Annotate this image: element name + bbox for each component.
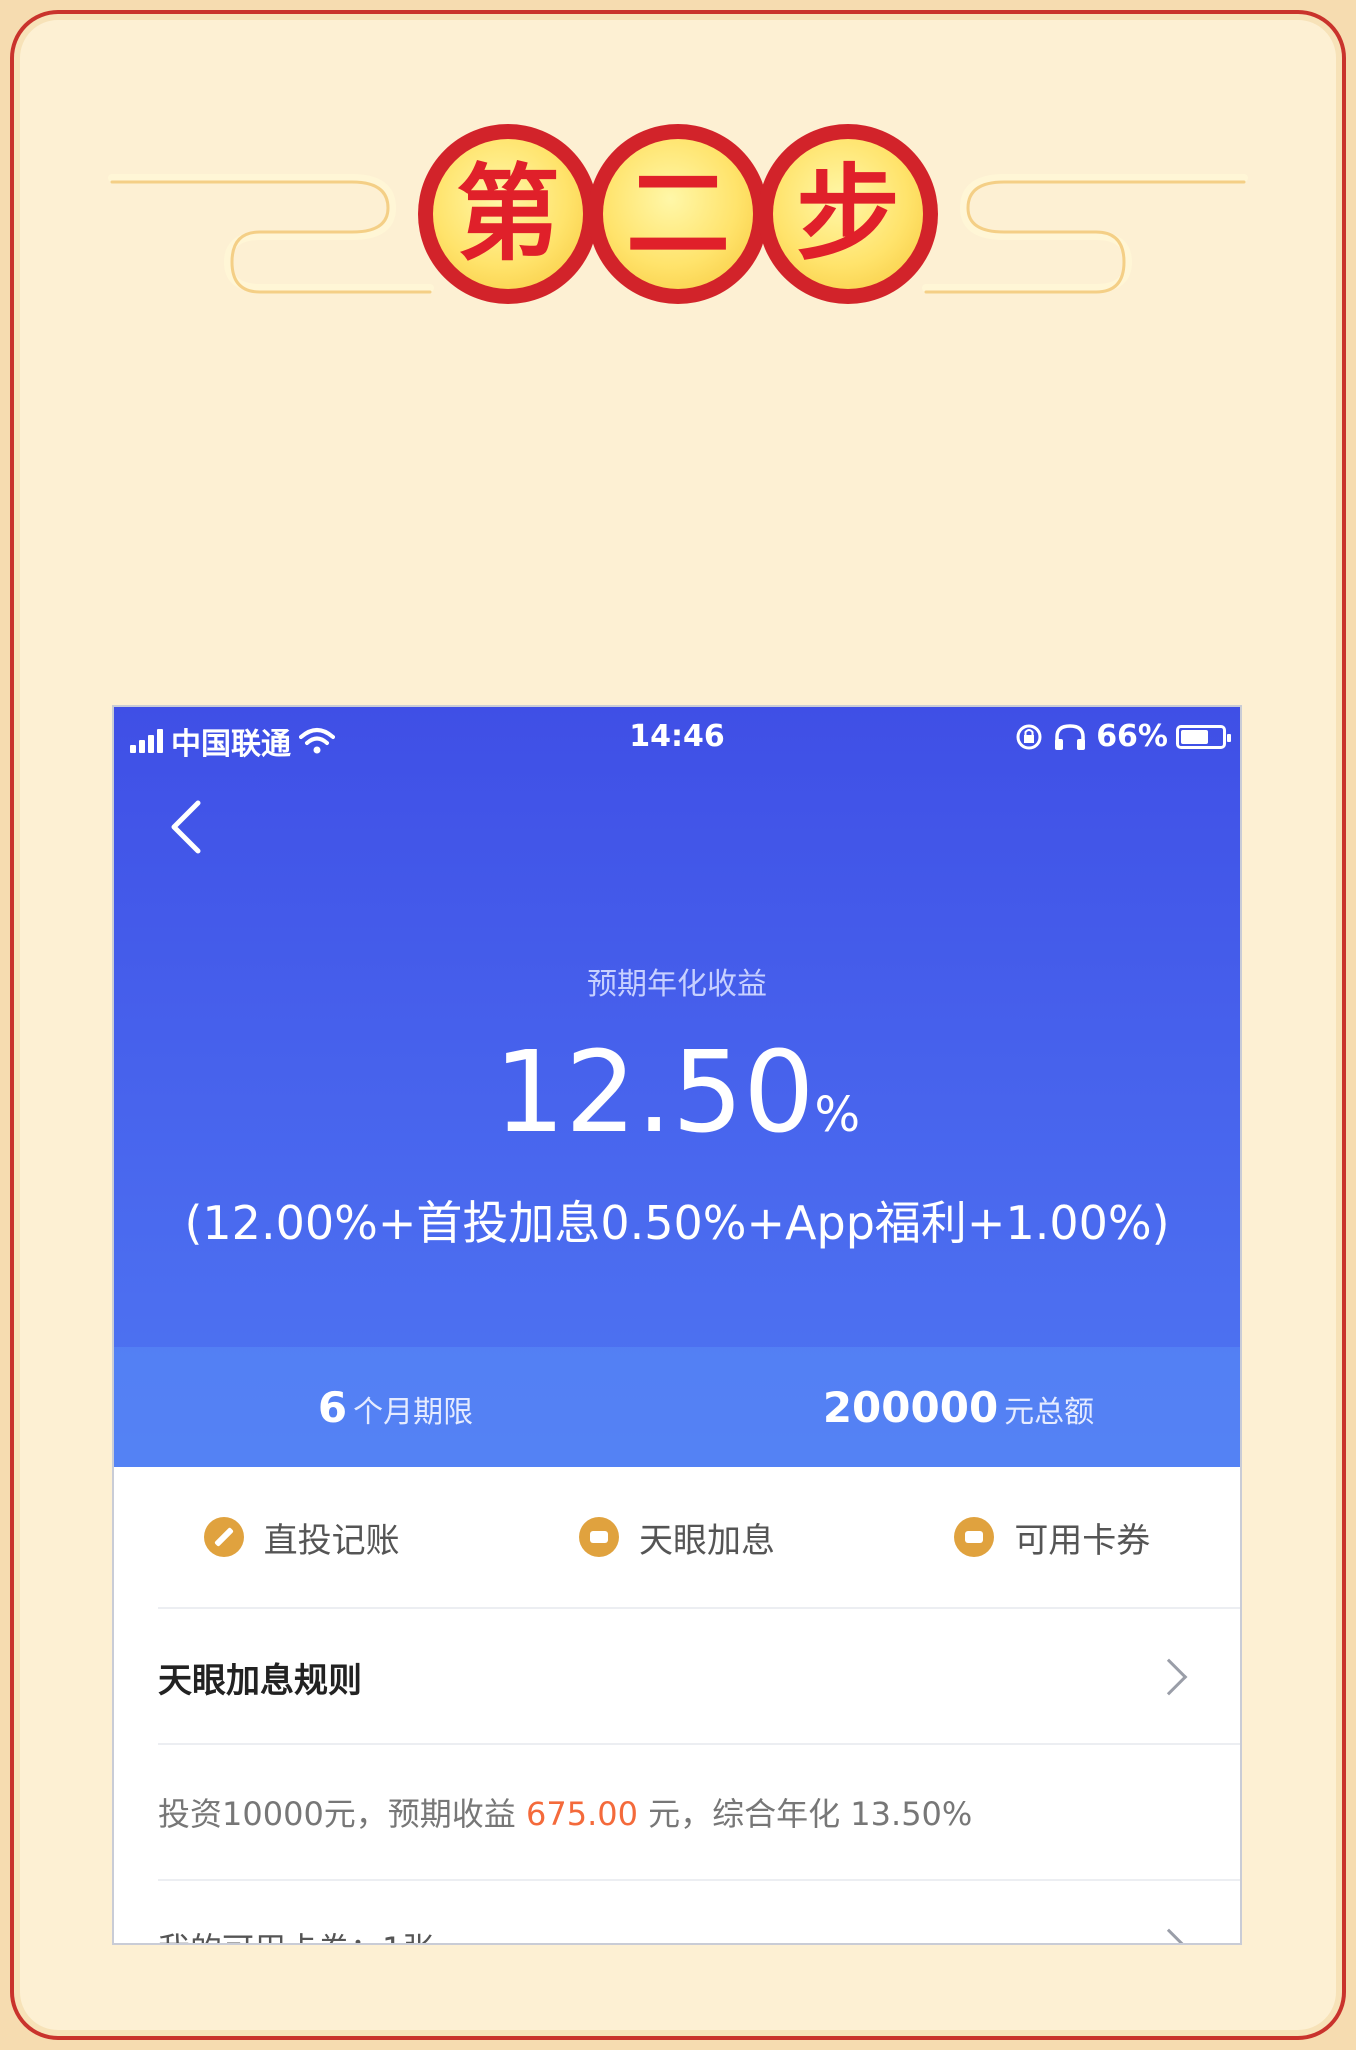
return-info-suffix: 元，综合年化 13.50%: [637, 1795, 973, 1833]
expected-return-label: 预期年化收益: [587, 967, 767, 1002]
term-label: 个月期限: [353, 1394, 474, 1430]
chevron-right-icon: [1150, 1658, 1188, 1696]
rate-unit: %: [814, 1087, 861, 1143]
rate-value: 12.50: [493, 1028, 815, 1158]
orientation-lock-icon: [1016, 724, 1042, 749]
feature-label: 天眼加息: [638, 1520, 775, 1561]
pen-icon: [203, 1517, 244, 1557]
back-arrow-icon: [171, 800, 201, 854]
term-value: 6: [317, 1382, 348, 1432]
coupon-row[interactable]: 我的可用卡券：1张: [158, 1917, 1196, 1943]
battery-icon: [1176, 724, 1231, 749]
rate-breakdown: (12.00%+首投加息0.50%+App福利+1.00%): [184, 1196, 1170, 1250]
return-amount: 675.00: [525, 1795, 638, 1833]
battery-percent: 66%: [1096, 719, 1168, 754]
back-button[interactable]: [158, 787, 218, 867]
headphones-icon: [1055, 723, 1086, 750]
chevron-right-icon: [1150, 1928, 1188, 1943]
status-bar: 中国联通 14:46 66%: [114, 707, 1240, 767]
step-char-badge: 步: [758, 124, 938, 304]
divider: [158, 1879, 1240, 1881]
coupon-row-text: 我的可用卡券：1张: [158, 1924, 434, 1943]
coupon-icon: [578, 1517, 619, 1557]
step-banner: 第 二 步: [0, 0, 1356, 340]
step-char-third: 步: [773, 139, 923, 289]
feature-label: 可用卡券: [1014, 1520, 1151, 1561]
feature-label: 直投记账: [263, 1520, 400, 1561]
return-info-text: 投资10000元，预期收益 675.00 元，综合年化 13.50%: [158, 1789, 972, 1835]
step-char-badge: 第: [418, 124, 598, 304]
feature-direct-invest[interactable]: 直投记账: [114, 1513, 489, 1562]
feature-interest-boost[interactable]: 天眼加息: [489, 1513, 864, 1562]
total-amount-stat: 200000 元总额: [677, 1383, 1240, 1432]
step-char-second: 二: [603, 139, 753, 289]
ticket-icon: [954, 1517, 995, 1557]
feature-available-coupons[interactable]: 可用卡券: [865, 1513, 1240, 1562]
return-info-row: 投资10000元，预期收益 675.00 元，综合年化 13.50%: [158, 1747, 1196, 1877]
interest-rules-row[interactable]: 天眼加息规则: [158, 1611, 1196, 1743]
return-info-prefix: 投资10000元，预期收益: [158, 1795, 526, 1833]
step-char-first: 第: [433, 139, 583, 289]
feature-bar: 直投记账 天眼加息 可用卡券: [114, 1467, 1240, 1607]
product-hero: 中国联通 14:46 66% 预期年化收益 12.50% (12.00%+首投加…: [114, 707, 1240, 1467]
expected-return-rate: 12.50%: [114, 1037, 1240, 1149]
divider: [158, 1607, 1240, 1609]
interest-rules-title: 天眼加息规则: [158, 1660, 362, 1701]
total-amount-label: 元总额: [1004, 1394, 1095, 1430]
term-stat: 6 个月期限: [114, 1383, 677, 1432]
total-amount-value: 200000: [822, 1382, 999, 1432]
app-screenshot: 中国联通 14:46 66% 预期年化收益 12.50% (12.00%+首投加…: [112, 705, 1242, 1945]
divider: [158, 1743, 1240, 1745]
product-stats: 6 个月期限 200000 元总额: [114, 1347, 1240, 1467]
step-char-badge: 二: [588, 124, 768, 304]
